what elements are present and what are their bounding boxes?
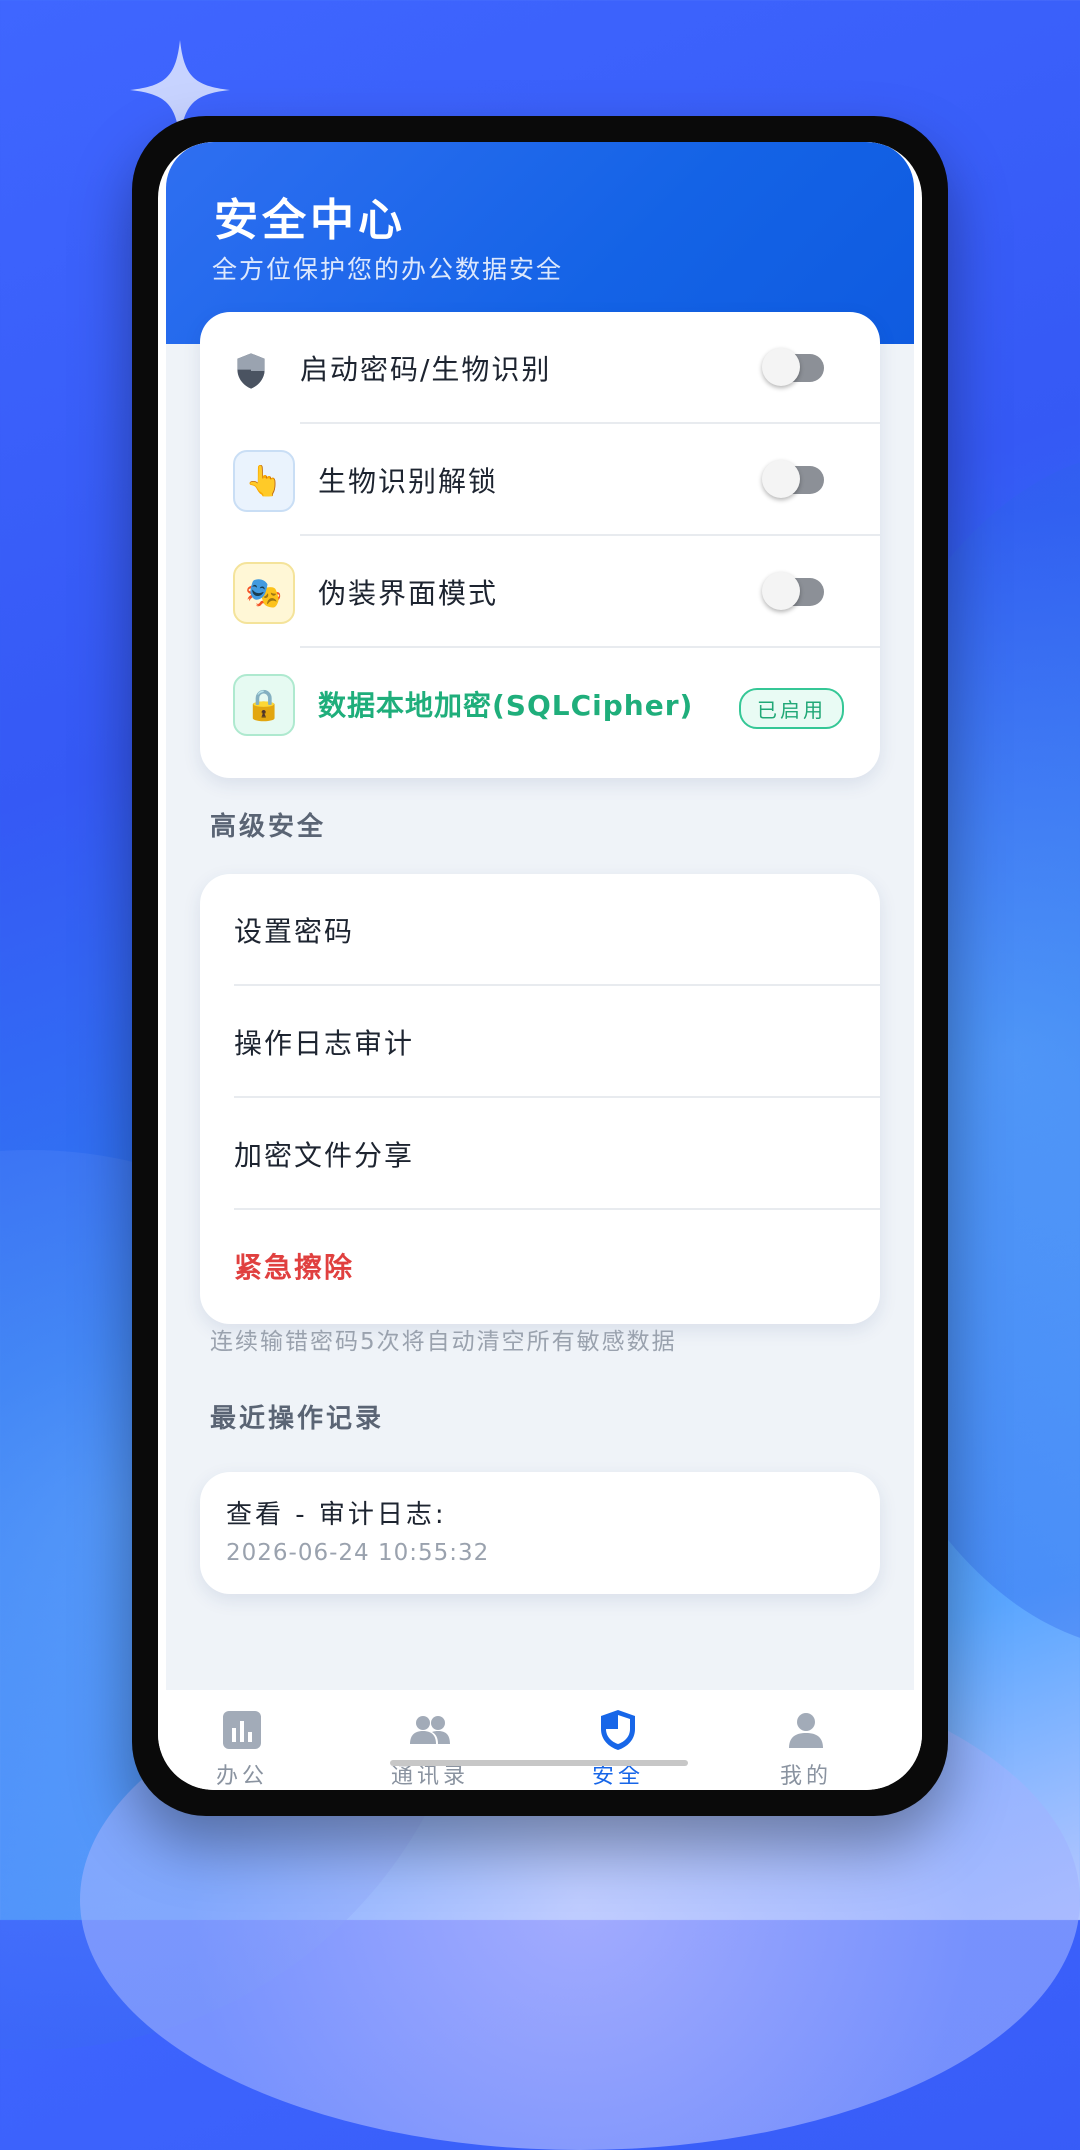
setting-label: 数据本地加密(SQLCipher) xyxy=(318,689,694,722)
person-icon xyxy=(789,1713,823,1748)
shield-icon xyxy=(237,353,265,389)
advanced-security-card: 设置密码 操作日志审计 加密文件分享 紧急擦除 xyxy=(200,874,880,1324)
security-page: 安全中心 全方位保护您的办公数据安全 启动密码/生物识别 👆 生物识别解锁 🎭 … xyxy=(166,142,914,1690)
lock-icon: 🔒 xyxy=(233,674,295,736)
shield-icon xyxy=(601,1710,635,1750)
setting-row-startup-password[interactable]: 启动密码/生物识别 xyxy=(200,312,880,424)
setting-label: 伪装界面模式 xyxy=(318,577,499,610)
tab-contacts[interactable]: 通讯录 xyxy=(350,1698,510,1789)
disguise-mode-toggle[interactable] xyxy=(762,572,824,610)
section-title-recent: 最近操作记录 xyxy=(210,1404,385,1434)
setting-label: 启动密码/生物识别 xyxy=(300,353,552,386)
contacts-icon xyxy=(410,1716,450,1744)
setting-label: 生物识别解锁 xyxy=(318,465,499,498)
page-subtitle: 全方位保护您的办公数据安全 xyxy=(212,255,564,284)
setting-row-biometric-unlock[interactable]: 👆 生物识别解锁 xyxy=(200,424,880,536)
tab-security[interactable]: 安全 xyxy=(538,1698,698,1789)
bottom-tab-bar: 办公 通讯录 安全 我的 xyxy=(158,1690,922,1790)
menu-item-encrypted-share[interactable]: 加密文件分享 xyxy=(200,1098,880,1210)
tab-label: 我的 xyxy=(779,1764,832,1789)
security-settings-card: 启动密码/生物识别 👆 生物识别解锁 🎭 伪装界面模式 🔒 数据本地加密(SQL… xyxy=(200,312,880,778)
menu-item-label: 设置密码 xyxy=(234,915,355,948)
wipe-warning-note: 连续输错密码5次将自动清空所有敏感数据 xyxy=(210,1329,677,1355)
biometric-unlock-toggle[interactable] xyxy=(762,460,824,498)
home-indicator[interactable] xyxy=(390,1760,688,1766)
section-title-advanced: 高级安全 xyxy=(210,812,327,842)
setting-row-disguise-mode[interactable]: 🎭 伪装界面模式 xyxy=(200,536,880,648)
menu-item-set-password[interactable]: 设置密码 xyxy=(200,874,880,986)
recent-record-item[interactable]: 查看 - 审计日志: 2026-06-24 10:55:32 xyxy=(200,1472,880,1594)
phone-frame: 安全中心 全方位保护您的办公数据安全 启动密码/生物识别 👆 生物识别解锁 🎭 … xyxy=(132,116,948,1816)
tab-profile[interactable]: 我的 xyxy=(726,1698,886,1789)
record-action: 查看 - 审计日志: xyxy=(226,1500,447,1530)
menu-item-emergency-wipe[interactable]: 紧急擦除 xyxy=(200,1210,880,1322)
menu-item-audit-log[interactable]: 操作日志审计 xyxy=(200,986,880,1098)
setting-row-local-encryption[interactable]: 🔒 数据本地加密(SQLCipher) 已启用 xyxy=(200,648,880,760)
startup-password-toggle[interactable] xyxy=(762,348,824,386)
record-time: 2026-06-24 10:55:32 xyxy=(226,1540,490,1566)
tab-label: 办公 xyxy=(215,1764,268,1789)
status-badge: 已启用 xyxy=(739,688,844,729)
tab-office[interactable]: 办公 xyxy=(162,1698,322,1789)
theater-masks-icon: 🎭 xyxy=(233,562,295,624)
menu-item-label: 紧急擦除 xyxy=(234,1251,355,1284)
menu-item-label: 加密文件分享 xyxy=(234,1139,415,1172)
menu-item-label: 操作日志审计 xyxy=(234,1027,415,1060)
pointing-hand-icon: 👆 xyxy=(233,450,295,512)
phone-screen: 安全中心 全方位保护您的办公数据安全 启动密码/生物识别 👆 生物识别解锁 🎭 … xyxy=(158,142,922,1790)
page-title: 安全中心 xyxy=(214,195,406,246)
chart-icon xyxy=(223,1711,261,1749)
